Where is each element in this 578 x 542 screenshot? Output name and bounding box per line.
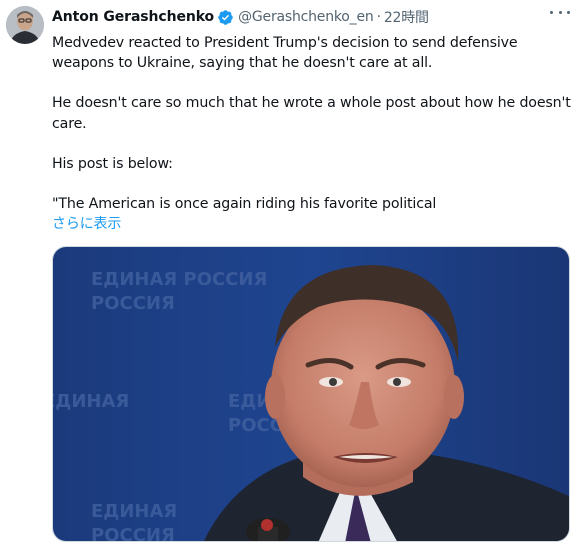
tweet-text: Medvedev reacted to President Trump's de… bbox=[52, 33, 572, 234]
tweet-card[interactable]: Anton Gerashchenko @Gerashchenko_en · 22… bbox=[0, 0, 578, 542]
author-name[interactable]: Anton Gerashchenko bbox=[52, 9, 214, 25]
tweet-paragraph: "The American is once again riding his f… bbox=[52, 196, 437, 213]
author-handle[interactable]: @Gerashchenko_en bbox=[238, 9, 374, 25]
tweet-paragraph: He doesn't care so much that he wrote a … bbox=[52, 95, 571, 132]
svg-text:ЕДИНАЯ: ЕДИНАЯ bbox=[53, 391, 129, 412]
more-options-icon[interactable] bbox=[550, 4, 570, 20]
timestamp[interactable]: 22時間 bbox=[384, 7, 429, 27]
show-more-link[interactable]: さらに表示 bbox=[52, 214, 121, 234]
svg-text:РОССИЯ: РОССИЯ bbox=[91, 525, 175, 542]
svg-text:ЕДИНАЯ: ЕДИНАЯ bbox=[91, 501, 177, 522]
separator-dot: · bbox=[376, 9, 381, 25]
photo-medvedev: ЕДИНАЯ РОССИЯ РОССИЯ ЕДИНАЯ РОССИЯ ЕДИНА… bbox=[53, 247, 569, 542]
backdrop-logo-text: ЕДИНАЯ РОССИЯ bbox=[91, 269, 267, 290]
tweet-content: Anton Gerashchenko @Gerashchenko_en · 22… bbox=[52, 6, 572, 234]
tweet-paragraph: Medvedev reacted to President Trump's de… bbox=[52, 35, 518, 72]
tweet-photo[interactable]: ЕДИНАЯ РОССИЯ РОССИЯ ЕДИНАЯ РОССИЯ ЕДИНА… bbox=[52, 246, 570, 542]
tweet-paragraph: His post is below: bbox=[52, 155, 173, 172]
verified-badge-icon bbox=[218, 9, 233, 25]
avatar[interactable] bbox=[6, 6, 44, 44]
svg-text:РОССИЯ: РОССИЯ bbox=[91, 293, 175, 314]
tweet-header: Anton Gerashchenko @Gerashchenko_en · 22… bbox=[52, 6, 572, 28]
avatar-image bbox=[6, 6, 44, 44]
